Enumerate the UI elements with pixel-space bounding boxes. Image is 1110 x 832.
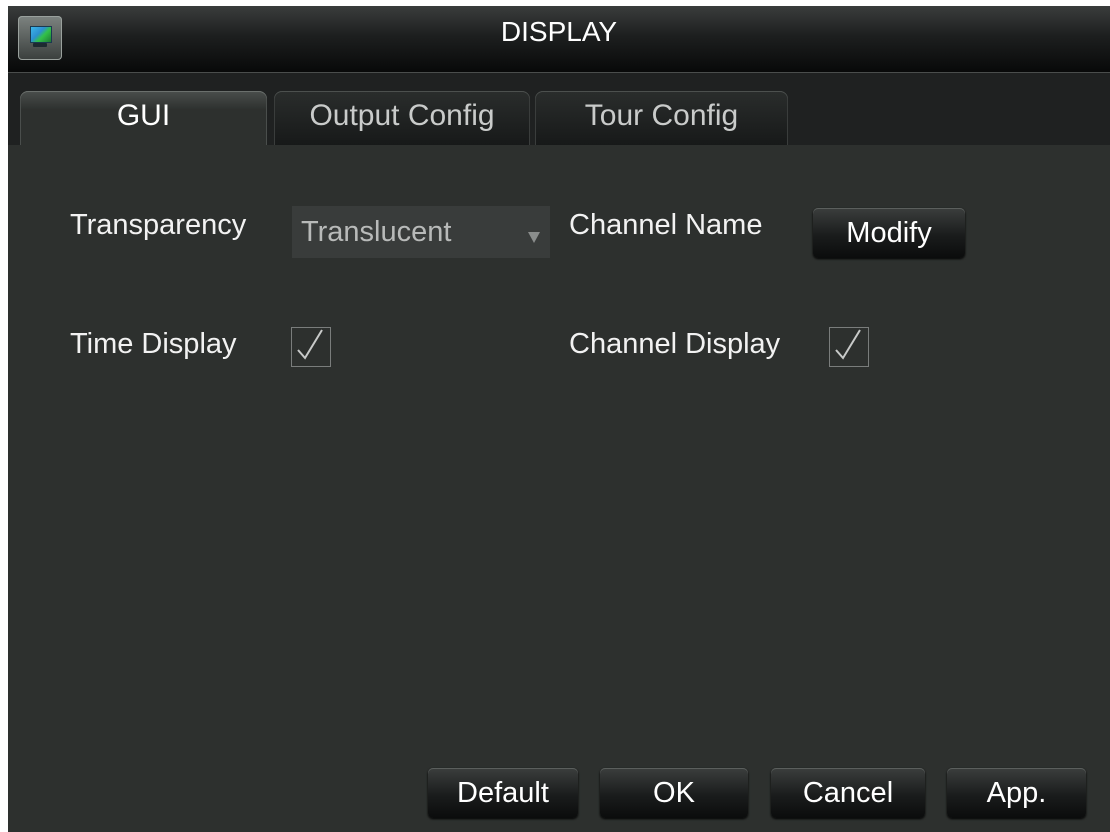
chevron-down-icon: [528, 232, 540, 243]
tab-bar: GUI Output Config Tour Config: [8, 73, 1110, 145]
time-display-checkbox[interactable]: [291, 327, 331, 367]
ok-button[interactable]: OK: [600, 768, 748, 818]
channel-name-label: Channel Name: [569, 209, 763, 241]
time-display-label: Time Display: [70, 328, 237, 360]
apply-button[interactable]: App.: [947, 768, 1086, 818]
tab-tour-config[interactable]: Tour Config: [535, 91, 788, 145]
tab-output-config[interactable]: Output Config: [274, 91, 530, 145]
cancel-button[interactable]: Cancel: [771, 768, 925, 818]
display-window: DISPLAY GUI Output Config Tour Config Tr…: [8, 6, 1110, 832]
default-button[interactable]: Default: [428, 768, 578, 818]
transparency-dropdown[interactable]: Translucent: [292, 206, 550, 258]
window-title: DISPLAY: [500, 16, 618, 47]
modify-button[interactable]: Modify: [813, 208, 965, 258]
tab-gui[interactable]: GUI: [20, 91, 267, 145]
checkmark-icon: [835, 329, 861, 360]
channel-display-label: Channel Display: [569, 328, 781, 360]
channel-display-checkbox[interactable]: [829, 327, 869, 367]
title-bar: DISPLAY: [8, 6, 1110, 73]
transparency-label: Transparency: [70, 209, 247, 241]
transparency-value: Translucent: [301, 216, 452, 248]
checkmark-icon: [297, 329, 323, 360]
